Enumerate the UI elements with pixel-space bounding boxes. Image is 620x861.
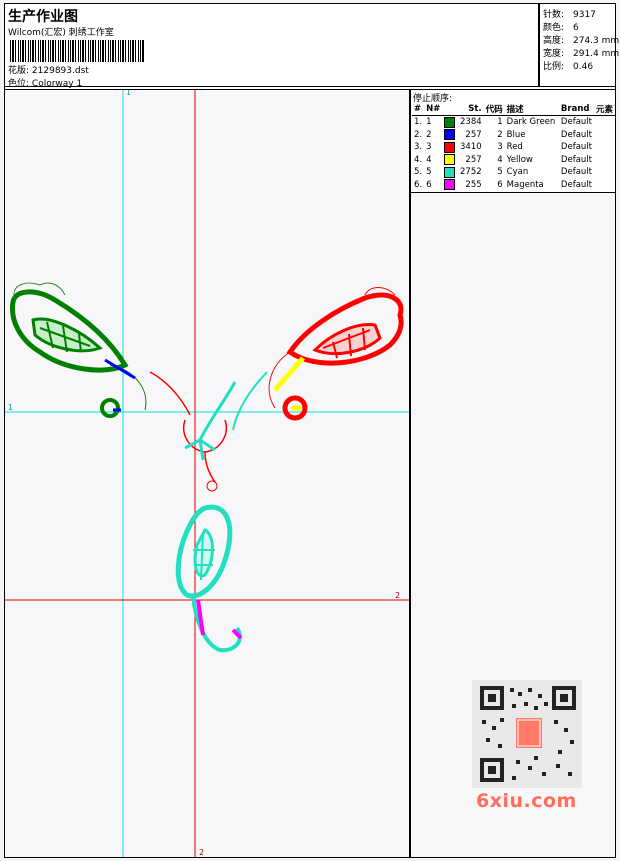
table-header-row: # N# St. 代码 描述 Brand 元素 [412,103,615,116]
color-swatch [444,166,456,178]
design-file-row: 花版: 2129893.dst [8,63,89,76]
col-element: 元素 [593,103,615,116]
stat-stitches: 针数: 9317 [543,10,596,20]
table-row: 6. 6 255 6 Magenta Default [414,179,592,191]
qr-code-icon [472,680,582,788]
colorway-value: Colorway 1 [31,79,83,89]
company-name: Wilcom(汇宏) 刺绣工作室 [8,28,114,38]
stat-colors: 颜色: 6 [543,23,579,33]
col-n: N# [424,103,443,116]
stop-sequence-panel: 停止顺序: # N# St. 代码 描述 Brand 元素 1. 1 2384 1 Da… [410,89,616,193]
watermark-text: 6xiu.com [476,790,577,812]
cyan-paisley [175,371,268,653]
col-brand: Brand [558,103,594,116]
guide-label-red-bottom: 2 [199,848,204,857]
col-stitches: St. [458,103,484,116]
table-row: 4. 4 257 4 Yellow Default [414,154,592,166]
stats-panel: 针数: 9317 颜色: 6 高度: 274.3 mm 宽度: 291.4 mm 比例:… [539,3,620,87]
design-file-value: 2129893.dst [31,66,89,76]
table-row: 3. 3 3410 3 Red Default [414,141,592,153]
color-swatch [444,129,456,141]
table-row: 5. 5 2752 5 Cyan Default [414,166,592,178]
header-panel: 生产作业图 Wilcom(汇宏) 刺绣工作室 花版: 2129893.dst 色… [4,3,539,89]
table-row: 2. 2 257 2 Blue Default [414,129,592,141]
color-swatch [444,141,456,153]
stat-width: 宽度: 291.4 mm [543,49,620,59]
page-title: 生产作业图 [8,9,78,25]
design-canvas[interactable]: 1 1 2 2 [4,89,410,858]
magenta-detail [196,599,243,640]
guide-label-cyan-left: 1 [8,403,13,412]
table-row: 1. 1 2384 1 Dark Green Default [414,116,592,128]
col-code: 代码 [483,103,505,116]
design-label: 花版: [8,66,30,76]
colorway-row: 色位: Colorway 1 [8,76,82,89]
barcode [10,40,145,62]
colorway-label: 色位: [8,79,30,89]
color-swatch [444,179,456,191]
green-paisley [9,282,147,418]
stat-height: 高度: 274.3 mm [543,36,620,46]
color-swatch [444,116,456,128]
col-color [442,103,459,116]
stat-scale: 比例: 0.46 [543,62,594,72]
col-hash: # [412,103,425,116]
qr-code [472,680,582,788]
guide-label-red-right: 2 [395,591,400,600]
stop-sequence-table: # N# St. 代码 描述 Brand 元素 1. 1 2384 1 Dark Gre… [412,103,615,191]
guide-label-cyan-top: 1 [126,90,131,97]
color-swatch [444,154,456,166]
col-desc: 描述 [504,103,559,116]
embroidery-preview: 1 1 2 2 [5,90,409,857]
